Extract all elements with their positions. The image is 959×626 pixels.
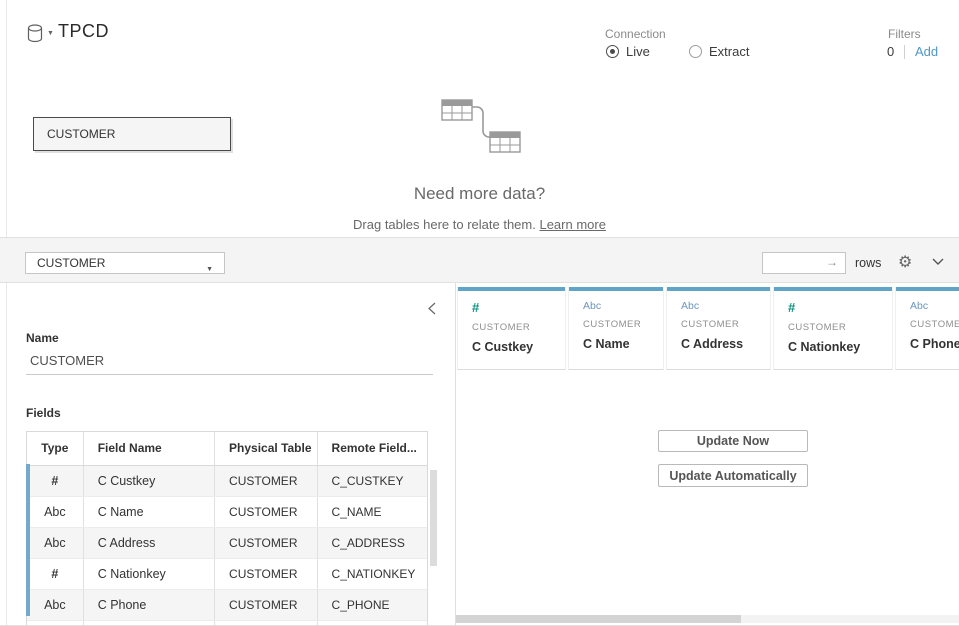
table-selector-dropdown[interactable]: CUSTOMER ▼ [25,252,225,274]
field-name-cell[interactable]: C Address [84,528,215,558]
grid-horizontal-scrollbar-thumb[interactable] [456,615,741,623]
grid-col-table-name: CUSTOMER [583,319,663,330]
string-type-icon: Abc [583,300,663,312]
remote-field-cell: C_NAME [318,497,427,527]
update-now-button[interactable]: Update Now [658,430,808,452]
radio-live[interactable]: Live [606,44,650,59]
data-grid: # CUSTOMER C Custkey Abc CUSTOMER C Name… [456,283,959,626]
grid-col-field-name[interactable]: C Custkey [472,340,565,354]
learn-more-link[interactable]: Learn more [539,217,605,232]
database-menu-caret-icon[interactable]: ▼ [47,30,54,37]
remote-field-cell: C_NATIONKEY [318,559,427,589]
number-type-icon: # [27,466,84,496]
grid-col-field-name[interactable]: C Address [681,337,770,351]
empty-canvas-subtitle: Drag tables here to relate them. Learn m… [0,217,959,232]
remote-field-cell: C_PHONE [318,590,427,620]
field-row-c-nationkey[interactable]: # C Nationkey CUSTOMER C_NATIONKEY [27,559,427,590]
physical-table-cell: CUSTOMER [215,466,318,496]
rows-go-arrow-icon[interactable]: → [826,255,838,269]
connection-label: Connection [605,27,666,41]
grid-col-c-phone[interactable]: Abc CUSTOMER C Phone [895,287,959,370]
physical-table-cell: CUSTOMER [215,528,318,558]
column-accent-bar [569,287,663,291]
col-header-field-name[interactable]: Field Name [84,432,215,465]
physical-table-cell: CUSTOMER [215,559,318,589]
radio-live-label[interactable]: Live [626,44,650,59]
filters-label: Filters [888,27,921,41]
field-row-c-name[interactable]: Abc C Name CUSTOMER C_NAME [27,497,427,528]
field-name-cell[interactable]: C Nationkey [84,559,215,589]
name-label: Name [26,331,59,345]
column-accent-bar [896,287,959,291]
filters-add-link[interactable]: Add [915,44,938,59]
grid-col-c-nationkey[interactable]: # CUSTOMER C Nationkey [773,287,893,370]
grid-col-c-name[interactable]: Abc CUSTOMER C Name [568,287,664,370]
rows-label: rows [855,256,881,270]
tableau-datasource-page: ▼ TPCD Connection Live Extract Filters 0… [0,0,959,626]
fields-table: Type Field Name Physical Table Remote Fi… [26,431,428,626]
update-automatically-button[interactable]: Update Automatically [658,464,808,487]
database-icon[interactable] [27,24,43,43]
physical-table-cell: CUSTOMER [215,590,318,620]
table-selector-value: CUSTOMER [37,256,105,270]
collapse-panel-chevron-left-icon[interactable] [428,302,436,315]
grid-settings-gear-icon[interactable]: ⚙ [898,252,912,272]
field-row-c-address[interactable]: Abc C Address CUSTOMER C_ADDRESS [27,528,427,559]
field-row-c-phone[interactable]: Abc C Phone CUSTOMER C_PHONE [27,590,427,621]
empty-canvas-title: Need more data? [0,184,959,204]
fields-table-selection-accent [26,464,30,616]
radio-extract-label[interactable]: Extract [709,44,749,59]
column-accent-bar [667,287,770,291]
field-name-cell[interactable]: C Custkey [84,466,215,496]
number-type-icon: # [27,559,84,589]
col-header-physical-table[interactable]: Physical Table [215,432,318,465]
physical-table-cell: CUSTOMER [215,497,318,527]
grid-col-c-custkey[interactable]: # CUSTOMER C Custkey [457,287,566,370]
fields-table-vertical-scrollbar[interactable] [430,470,437,566]
number-type-icon: # [788,300,892,315]
radio-extract-circle-icon[interactable] [689,45,702,58]
fields-label: Fields [26,406,61,420]
number-type-icon: # [472,300,565,315]
field-name-cell[interactable]: C Name [84,497,215,527]
left-pane-edge-divider [6,0,7,626]
string-type-icon: Abc [910,300,959,312]
string-type-icon: Abc [27,590,84,620]
grid-col-c-address[interactable]: Abc CUSTOMER C Address [666,287,771,370]
dropdown-caret-icon: ▼ [206,260,213,280]
grid-col-table-name: CUSTOMER [910,319,959,330]
col-header-remote-field[interactable]: Remote Field... [318,432,427,465]
fields-table-header-row: Type Field Name Physical Table Remote Fi… [27,432,427,466]
field-name-cell[interactable]: C Phone [84,590,215,620]
grid-col-table-name: CUSTOMER [472,322,565,333]
data-grid-header-row: # CUSTOMER C Custkey Abc CUSTOMER C Name… [457,287,959,370]
filters-count: 0 [887,44,894,59]
column-accent-bar [458,287,565,291]
grid-col-field-name[interactable]: C Nationkey [788,340,892,354]
string-type-icon: Abc [681,300,770,312]
grid-col-table-name: CUSTOMER [681,319,770,330]
remote-field-cell: C_CUSTKEY [318,466,427,496]
string-type-icon: Abc [27,497,84,527]
grid-col-table-name: CUSTOMER [788,322,892,333]
logical-table-customer[interactable]: CUSTOMER [33,117,231,151]
radio-live-circle-icon[interactable] [606,45,619,58]
field-row-c-custkey[interactable]: # C Custkey CUSTOMER C_CUSTKEY [27,466,427,497]
relate-tables-illustration-icon [438,98,528,160]
datasource-title[interactable]: TPCD [58,21,109,42]
radio-extract[interactable]: Extract [689,44,749,59]
remote-field-cell: C_ADDRESS [318,528,427,558]
empty-canvas-hint: Drag tables here to relate them. [353,217,539,232]
filters-divider [904,45,905,59]
name-input[interactable]: CUSTOMER [30,353,104,368]
grid-col-field-name[interactable]: C Phone [910,337,959,351]
name-input-underline [26,374,433,375]
grid-options-chevron-down-icon[interactable] [932,258,944,265]
col-header-type[interactable]: Type [27,432,84,465]
field-row-partial [27,621,427,626]
grid-col-field-name[interactable]: C Name [583,337,663,351]
string-type-icon: Abc [27,528,84,558]
column-accent-bar [774,287,892,291]
